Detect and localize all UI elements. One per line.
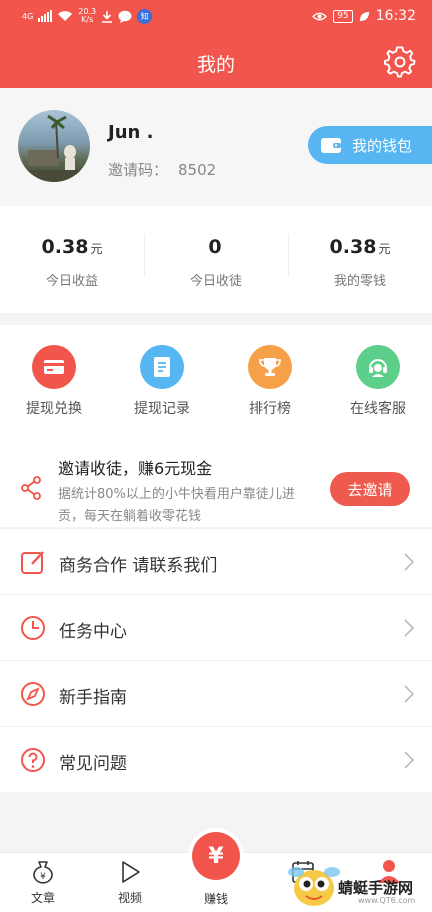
eye-icon bbox=[312, 12, 328, 20]
stat-unit: 元 bbox=[378, 242, 391, 256]
stat-label: 今日收徒 bbox=[189, 274, 242, 289]
profile-section: Jun . 邀请码： 8502 我的钱包 bbox=[0, 88, 432, 206]
my-wallet-button[interactable]: 我的钱包 bbox=[308, 126, 432, 164]
go-invite-button[interactable]: 去邀请 bbox=[330, 472, 410, 506]
watermark-text: 蜻蜓手游网 bbox=[338, 879, 414, 897]
wifi-icon bbox=[58, 11, 73, 21]
yen-icon: ¥ bbox=[208, 843, 224, 869]
menu-label: 任务中心 bbox=[59, 622, 127, 642]
question-icon bbox=[21, 748, 45, 772]
money-bag-icon: ¥ bbox=[33, 861, 53, 884]
net-speed: 20.3 K/s bbox=[78, 7, 97, 24]
stats-panel: 0.38 元 今日收益 0 今日收徒 0.38 元 我的零钱 bbox=[0, 206, 432, 313]
chevron-right-icon bbox=[404, 553, 414, 571]
stat-today-apprentices[interactable]: 0 今日收徒 bbox=[144, 206, 288, 313]
chevron-right-icon bbox=[404, 685, 414, 703]
zhihu-badge: 知 bbox=[137, 8, 153, 24]
stat-value: 0.38 bbox=[329, 236, 377, 258]
stat-my-change[interactable]: 0.38 元 我的零钱 bbox=[288, 206, 432, 313]
action-label: 提现兑换 bbox=[26, 401, 82, 417]
menu-label: 常见问题 bbox=[59, 754, 127, 774]
signal-icon bbox=[38, 10, 53, 22]
clock-icon bbox=[21, 616, 45, 640]
battery-icon: 95 bbox=[333, 9, 353, 23]
network-type: 4G bbox=[22, 11, 34, 21]
wallet-icon bbox=[321, 137, 341, 153]
action-label: 在线客服 bbox=[350, 401, 406, 417]
action-withdraw-record[interactable]: 提现记录 bbox=[108, 325, 216, 429]
menu-label: 新手指南 bbox=[59, 688, 127, 708]
chevron-right-icon bbox=[404, 751, 414, 769]
menu-list: 商务合作 请联系我们 任务中心 新手指南 常见问题 bbox=[0, 528, 432, 792]
invite-code-label: 邀请码： bbox=[108, 161, 169, 179]
share-icon bbox=[21, 476, 41, 500]
compass-icon bbox=[21, 682, 45, 706]
watermark-url: www.QT6.com bbox=[358, 896, 416, 905]
play-icon bbox=[122, 861, 140, 883]
menu-item-faq[interactable]: 常见问题 bbox=[0, 726, 432, 792]
menu-item-beginner-guide[interactable]: 新手指南 bbox=[0, 660, 432, 726]
action-grid: 提现兑换 提现记录 排行榜 在线客服 bbox=[0, 325, 432, 429]
svg-text:¥: ¥ bbox=[40, 872, 46, 882]
clock-time: 16:32 bbox=[375, 8, 416, 24]
stat-label: 今日收益 bbox=[45, 274, 98, 289]
download-icon bbox=[102, 10, 113, 23]
edit-icon bbox=[21, 551, 44, 574]
action-leaderboard[interactable]: 排行榜 bbox=[216, 325, 324, 429]
invite-description: 据统计80%以上的小牛快看用户靠徒儿进贡，每天在躺着收零花钱 bbox=[58, 487, 295, 524]
record-icon bbox=[140, 345, 184, 389]
action-withdraw-exchange[interactable]: 提现兑换 bbox=[0, 325, 108, 429]
tab-label: 文章 bbox=[30, 891, 55, 905]
menu-item-business[interactable]: 商务合作 请联系我们 bbox=[0, 528, 432, 594]
stat-label: 我的零钱 bbox=[333, 274, 386, 289]
message-icon bbox=[118, 10, 132, 23]
stat-value: 0.38 bbox=[41, 236, 89, 258]
headset-icon bbox=[356, 345, 400, 389]
stat-unit: 元 bbox=[90, 242, 103, 256]
action-label: 排行榜 bbox=[249, 401, 291, 417]
tab-videos[interactable]: 视频 bbox=[100, 859, 160, 906]
nav-bar: 我的 bbox=[0, 36, 432, 88]
user-name: Jun . bbox=[108, 122, 154, 143]
earn-money-button[interactable]: ¥ bbox=[192, 832, 240, 880]
tab-label: 视频 bbox=[117, 891, 142, 905]
stat-today-income[interactable]: 0.38 元 今日收益 bbox=[0, 206, 144, 313]
invite-code-value: 8502 bbox=[178, 161, 217, 179]
chevron-right-icon bbox=[404, 619, 414, 637]
status-bar: 4G 20.3 K/s 知 95 16:32 bbox=[0, 0, 432, 36]
invite-title: 邀请收徒，赚6元现金 bbox=[58, 459, 213, 478]
menu-label: 商务合作 请联系我们 bbox=[59, 556, 218, 576]
avatar[interactable] bbox=[18, 110, 90, 182]
wallet-label: 我的钱包 bbox=[352, 136, 413, 155]
card-icon bbox=[32, 345, 76, 389]
tab-articles[interactable]: ¥ 文章 bbox=[13, 859, 73, 906]
menu-item-task-center[interactable]: 任务中心 bbox=[0, 594, 432, 660]
leaf-icon bbox=[359, 11, 369, 21]
stat-value: 0 bbox=[208, 236, 222, 258]
tab-earn-label: 赚钱 bbox=[203, 892, 228, 906]
trophy-icon bbox=[248, 345, 292, 389]
settings-gear-icon[interactable] bbox=[384, 46, 416, 78]
page-title: 我的 bbox=[196, 54, 235, 76]
invite-code-row: 邀请码： 8502 bbox=[108, 159, 216, 180]
action-label: 提现记录 bbox=[134, 401, 190, 417]
action-online-support[interactable]: 在线客服 bbox=[324, 325, 432, 429]
